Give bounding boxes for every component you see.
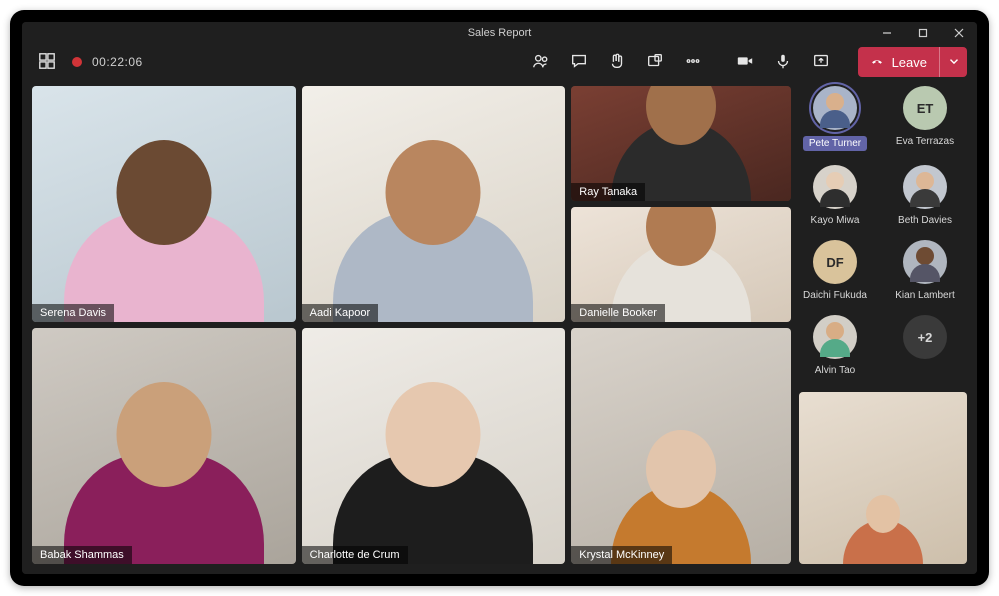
avatar-initials[interactable]: ET	[903, 86, 947, 130]
window-maximize-button[interactable]	[905, 22, 941, 44]
roster-name-label: Kayo Miwa	[811, 215, 860, 226]
breakout-rooms-icon	[646, 52, 664, 73]
avatar-image[interactable]	[813, 86, 857, 130]
layout-button[interactable]	[32, 47, 62, 77]
roster-item: +2	[889, 315, 961, 376]
window-titlebar: Sales Report	[22, 22, 977, 44]
reactions-button[interactable]	[602, 47, 632, 77]
video-tile[interactable]: Ray Tanaka	[571, 86, 791, 201]
share-tray-icon	[812, 52, 830, 73]
camera-icon	[736, 52, 754, 73]
leave-button[interactable]: Leave	[858, 47, 939, 77]
roster-name-label: Beth Davies	[898, 215, 952, 226]
roster-name-label: Eva Terrazas	[896, 136, 954, 147]
microphone-icon	[774, 52, 792, 73]
recording-indicator-icon	[72, 57, 82, 67]
rooms-button[interactable]	[640, 47, 670, 77]
participant-name-label: Serena Davis	[32, 304, 114, 322]
leave-label: Leave	[892, 55, 927, 70]
window-minimize-button[interactable]	[869, 22, 905, 44]
roster-name-label: Kian Lambert	[895, 290, 954, 301]
roster-name-label: Alvin Tao	[815, 365, 855, 376]
participant-roster: Pete Turner ET Eva Terrazas Kayo Miwa Beth…	[799, 86, 967, 564]
meeting-toolbar: 00:22:06	[22, 44, 977, 80]
window-close-button[interactable]	[941, 22, 977, 44]
video-tile[interactable]: Charlotte de Crum	[302, 328, 566, 564]
roster-item: Pete Turner	[799, 86, 871, 151]
participant-name-label: Ray Tanaka	[571, 183, 645, 201]
video-tile[interactable]: Aadi Kapoor	[302, 86, 566, 322]
participant-name-label: Danielle Booker	[571, 304, 665, 322]
video-tile[interactable]: Babak Shammas	[32, 328, 296, 564]
window-title: Sales Report	[468, 27, 532, 39]
roster-name-label: Pete Turner	[803, 136, 867, 151]
camera-toggle-button[interactable]	[730, 47, 760, 77]
chat-icon	[570, 52, 588, 73]
raise-hand-icon	[608, 52, 626, 73]
avatar-initials[interactable]: DF	[813, 240, 857, 284]
chevron-down-icon	[947, 54, 961, 71]
participant-name-label: Babak Shammas	[32, 546, 132, 564]
leave-options-button[interactable]	[939, 47, 967, 77]
roster-name-label: Daichi Fukuda	[803, 290, 867, 301]
roster-item: Kayo Miwa	[799, 165, 871, 226]
video-tile[interactable]: Krystal McKinney	[571, 328, 791, 564]
hang-up-icon	[870, 54, 884, 71]
roster-item: DF Daichi Fukuda	[799, 240, 871, 301]
grid-layout-icon	[38, 52, 56, 73]
roster-item: ET Eva Terrazas	[889, 86, 961, 151]
participant-name-label: Charlotte de Crum	[302, 546, 408, 564]
video-grid: Serena Davis Aadi Kapoor	[32, 86, 791, 564]
participant-name-label: Krystal McKinney	[571, 546, 672, 564]
video-tile[interactable]: Serena Davis	[32, 86, 296, 322]
roster-item: Beth Davies	[889, 165, 961, 226]
people-icon	[532, 52, 550, 73]
avatar-image[interactable]	[813, 315, 857, 359]
call-timer: 00:22:06	[92, 55, 143, 69]
avatar-image[interactable]	[903, 165, 947, 209]
people-button[interactable]	[526, 47, 556, 77]
avatar-image[interactable]	[813, 165, 857, 209]
roster-item: Alvin Tao	[799, 315, 871, 376]
mic-toggle-button[interactable]	[768, 47, 798, 77]
avatar-image[interactable]	[903, 240, 947, 284]
share-screen-button[interactable]	[806, 47, 836, 77]
roster-item: Kian Lambert	[889, 240, 961, 301]
video-tile[interactable]: Danielle Booker	[571, 207, 791, 322]
more-actions-button[interactable]	[678, 47, 708, 77]
chat-button[interactable]	[564, 47, 594, 77]
self-preview-tile[interactable]	[799, 392, 967, 564]
more-ellipsis-icon	[684, 52, 702, 73]
participant-name-label: Aadi Kapoor	[302, 304, 379, 322]
overflow-participants-button[interactable]: +2	[903, 315, 947, 359]
